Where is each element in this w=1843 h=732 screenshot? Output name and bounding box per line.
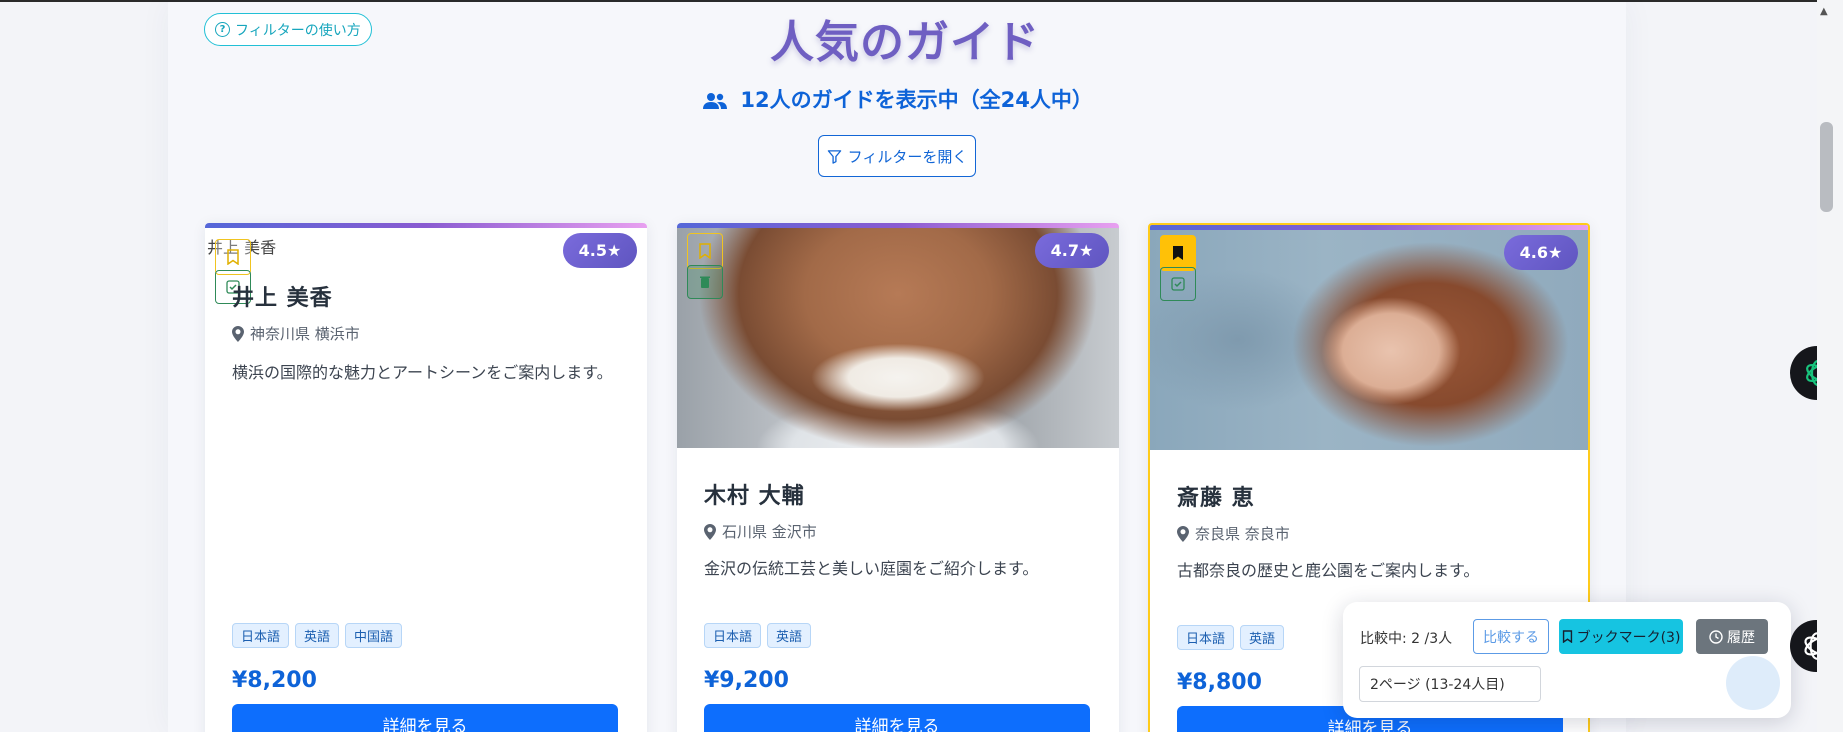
language-tag: 日本語: [232, 623, 290, 648]
language-tag: 英語: [1240, 625, 1285, 650]
compare-status: 比較中: 2 /3人: [1360, 631, 1453, 647]
map-pin-icon: [704, 523, 716, 540]
guide-card: 井上 美香 4.5★ 井上 美香 神奈川県 横浜市 横浜の国際的な魅力とアートシ…: [205, 223, 647, 732]
guide-card: 4.7★ 木村 大輔 石川県 金沢市 金沢の伝統工芸と美しい庭園をご紹介します。…: [677, 223, 1119, 732]
language-tags: 日本語 英語: [704, 623, 812, 648]
bookmark-icon: [699, 243, 711, 259]
open-filter-label: フィルターを開く: [847, 147, 968, 166]
guide-location: 石川県 金沢市: [704, 521, 817, 542]
guide-description: 古都奈良の歴史と鹿公園をご案内します。: [1177, 561, 1480, 580]
guide-name: 斎藤 恵: [1177, 486, 1255, 511]
clock-icon: [1709, 629, 1723, 644]
page-indicator: 2ページ (13-24人目): [1359, 666, 1541, 702]
guide-location-text: 神奈川県 横浜市: [250, 325, 360, 343]
language-tags: 日本語 英語 中国語: [232, 623, 403, 648]
language-tag: 日本語: [704, 623, 762, 648]
view-details-button[interactable]: 詳細を見る: [232, 704, 618, 732]
rating-badge: 4.7★: [1035, 233, 1109, 268]
bookmark-icon: [227, 249, 239, 265]
guide-count-text: 12人のガイドを表示中（全24人中）: [740, 88, 1093, 112]
scrollbar-thumb[interactable]: [1820, 122, 1833, 212]
guide-location-text: 石川県 金沢市: [722, 523, 817, 541]
guide-count: 12人のガイドを表示中（全24人中）: [0, 84, 1796, 114]
guide-name: 井上 美香: [232, 286, 333, 311]
guide-description: 金沢の伝統工芸と美しい庭園をご紹介します。: [704, 559, 1039, 578]
compare-button[interactable]: 比較する: [1473, 619, 1549, 654]
guide-location: 奈良県 奈良市: [1177, 523, 1290, 544]
history-label: 履歴: [1727, 629, 1755, 646]
guide-price: ¥8,800: [1177, 670, 1262, 695]
guide-name: 木村 大輔: [704, 484, 805, 509]
filter-icon: [827, 149, 841, 164]
map-pin-icon: [1177, 525, 1189, 542]
scrollbar-track[interactable]: [1817, 0, 1843, 732]
guide-location-text: 奈良県 奈良市: [1195, 525, 1290, 543]
trash-icon: [700, 276, 710, 288]
floating-action-shadow: [1726, 656, 1780, 710]
language-tag: 英語: [767, 623, 812, 648]
bookmark-icon: [1562, 630, 1572, 643]
language-tag: 日本語: [1177, 625, 1235, 650]
scroll-up-arrow-icon[interactable]: ▲: [1820, 6, 1828, 17]
bookmark-button-active[interactable]: [1160, 235, 1196, 271]
rating-badge: 4.6★: [1504, 235, 1578, 270]
bookmarks-label: ブックマーク(3): [1576, 629, 1681, 646]
bookmark-button[interactable]: [687, 233, 723, 269]
page-title: 人気のガイド: [770, 17, 1040, 68]
guide-location: 神奈川県 横浜市: [232, 323, 360, 344]
check-square-icon: [1171, 277, 1185, 291]
guide-price: ¥8,200: [232, 668, 317, 693]
guide-description: 横浜の国際的な魅力とアートシーンをご案内します。: [232, 363, 613, 382]
language-tag: 英語: [295, 623, 340, 648]
map-pin-icon: [232, 325, 244, 342]
compare-checkbox-button[interactable]: [687, 265, 723, 299]
compare-toolbar: 比較中: 2 /3人 比較する ブックマーク(3) 履歴 2ページ (13-24…: [1343, 602, 1791, 718]
rating-badge: 4.5★: [563, 233, 637, 268]
bookmark-filled-icon: [1173, 246, 1183, 260]
guide-price: ¥9,200: [704, 668, 789, 693]
users-icon: [703, 93, 728, 109]
view-details-button[interactable]: 詳細を見る: [704, 704, 1090, 732]
language-tag: 中国語: [345, 623, 403, 648]
compare-checkbox-button[interactable]: [1160, 267, 1196, 301]
language-tags: 日本語 英語: [1177, 625, 1285, 650]
history-button[interactable]: 履歴: [1696, 619, 1768, 654]
open-filter-button[interactable]: フィルターを開く: [818, 135, 976, 177]
bookmarks-button[interactable]: ブックマーク(3): [1559, 619, 1683, 654]
